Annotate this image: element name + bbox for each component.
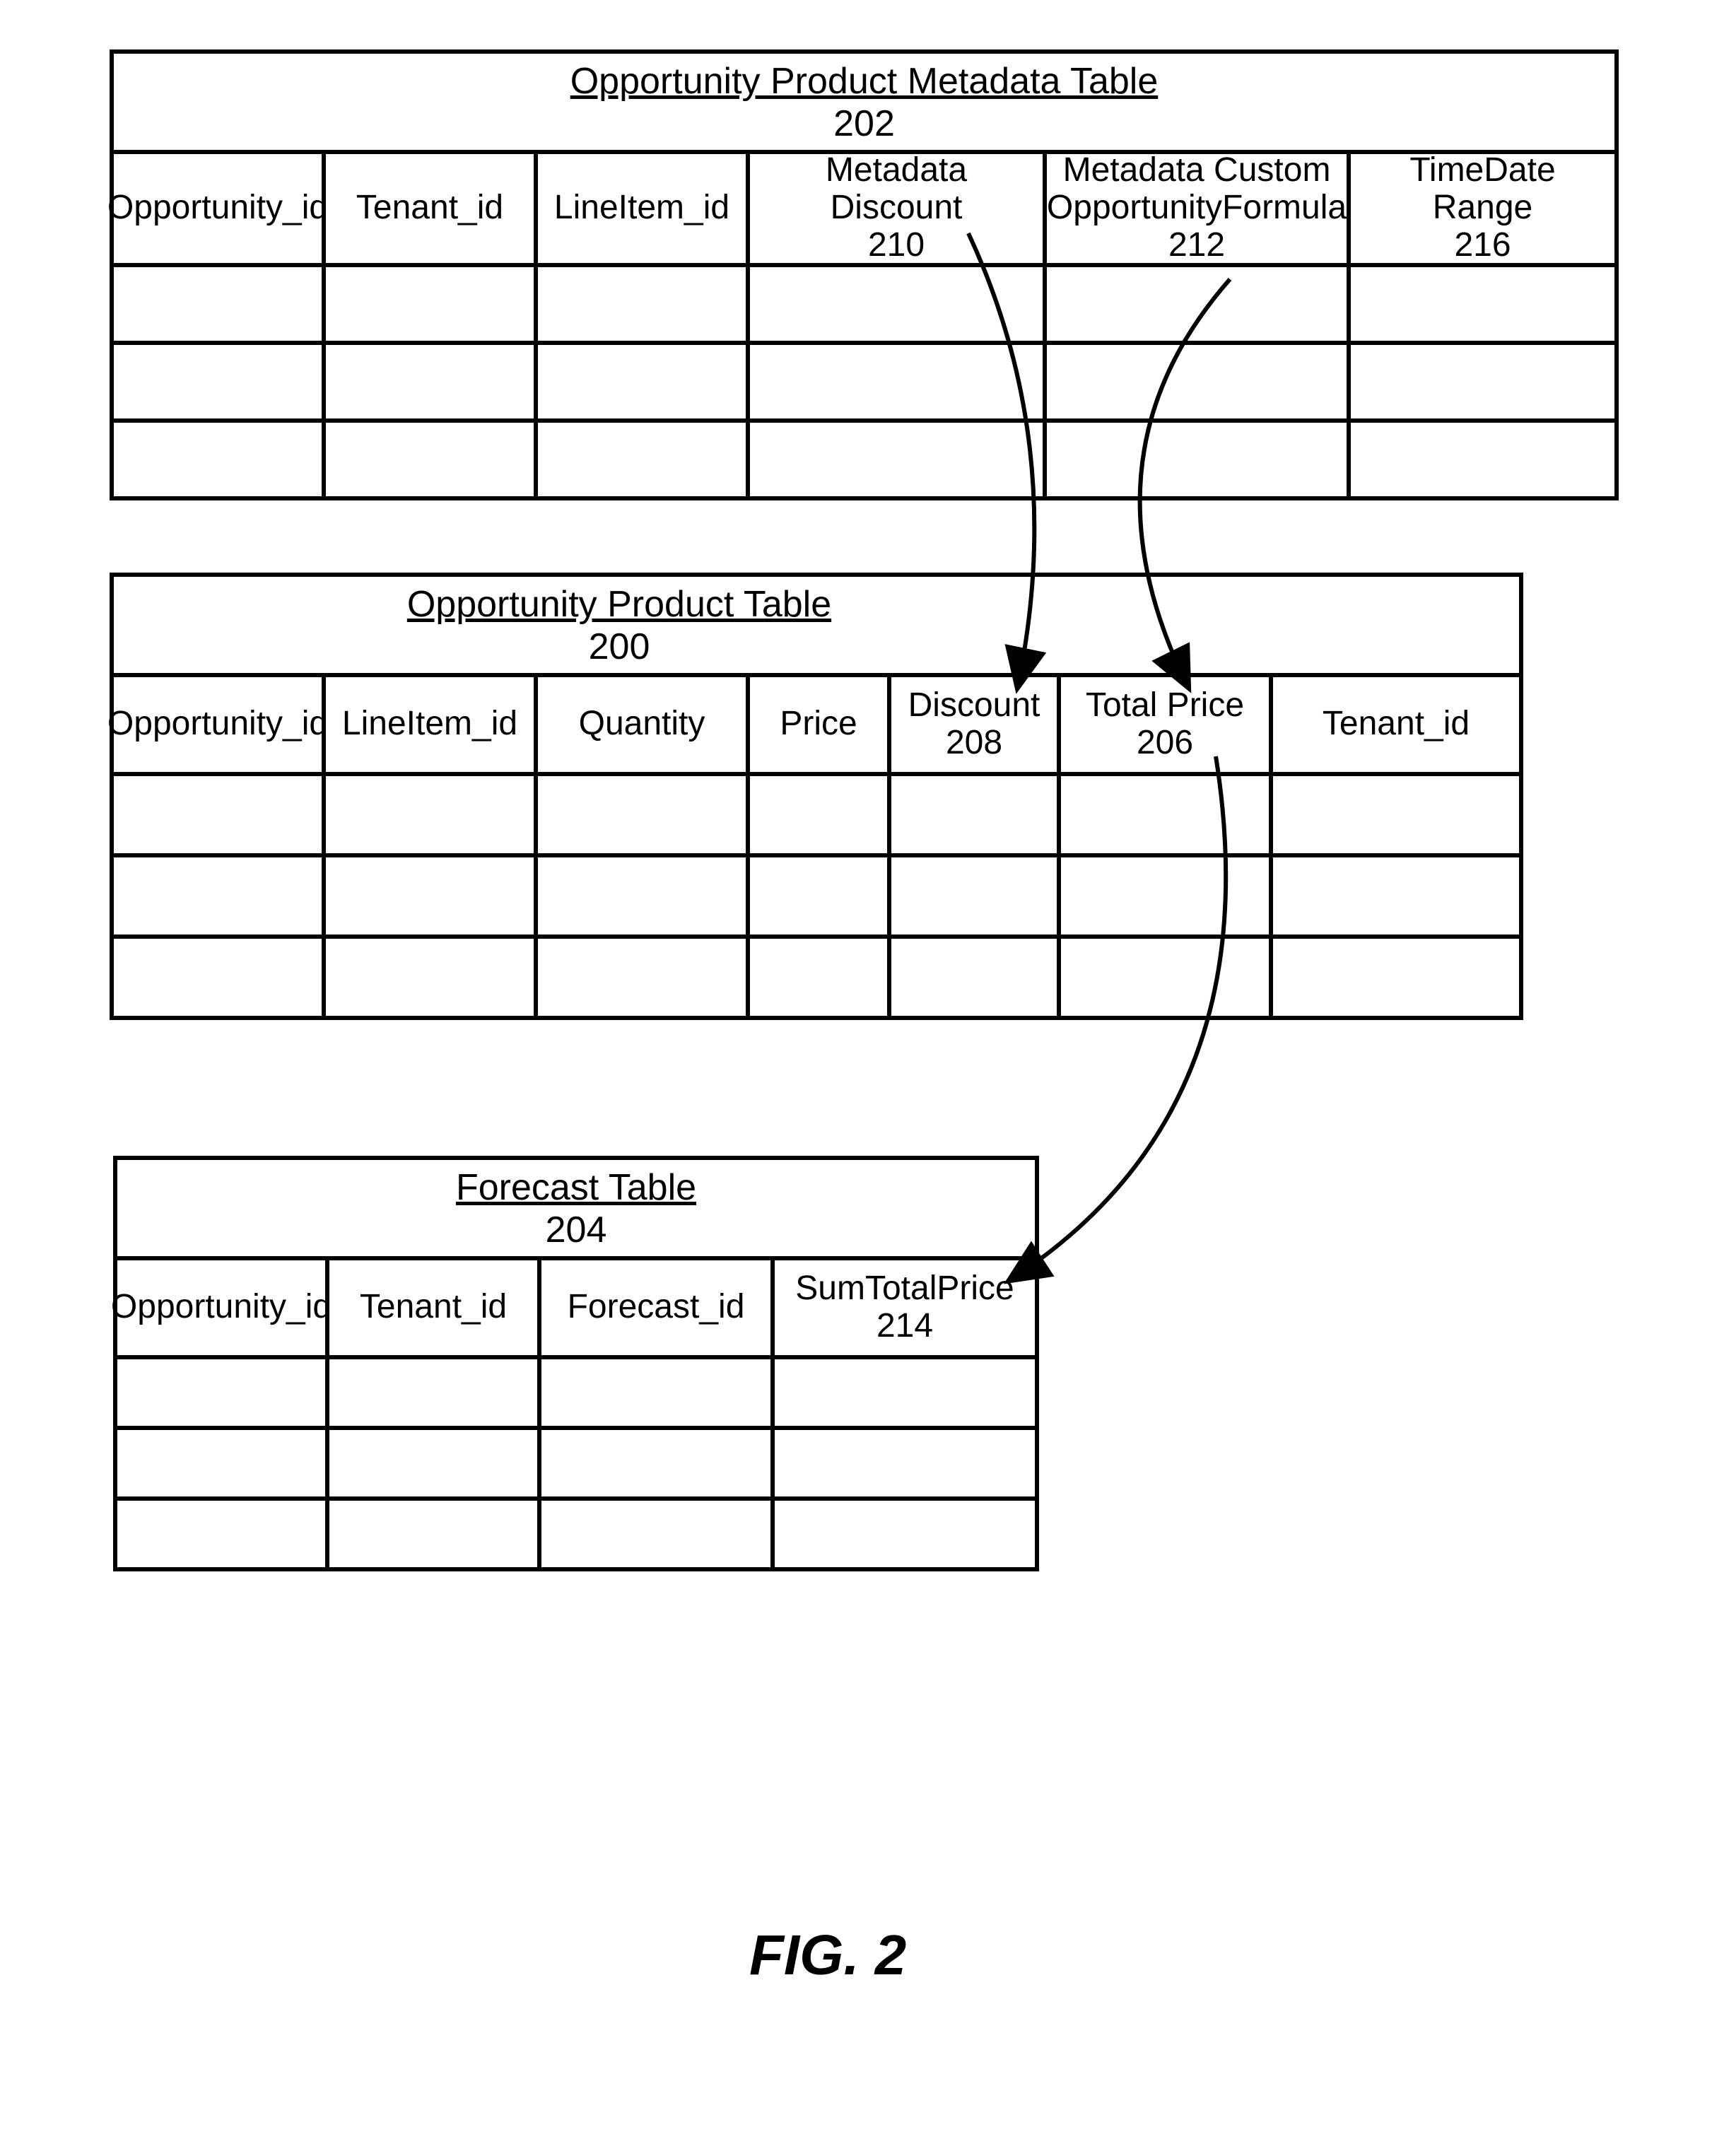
product-table-title: Opportunity Product Table 200: [114, 577, 1125, 673]
col-tenant-id: Tenant_id: [326, 154, 538, 263]
title-text: Opportunity Product Metadata Table: [570, 61, 1159, 102]
product-table: Opportunity Product Table 200 Opportunit…: [110, 573, 1523, 1020]
col-quantity: Quantity: [538, 677, 750, 772]
col-opportunity-id: Opportunity_id: [114, 154, 326, 263]
col-price: Price: [750, 677, 891, 772]
title-ref: 202: [114, 103, 1614, 146]
table-row: [114, 418, 1614, 496]
figure-page: Opportunity Product Metadata Table 202 O…: [0, 0, 1712, 2156]
col-total-price: Total Price 206: [1061, 677, 1273, 772]
metadata-header-row: Opportunity_id Tenant_id LineItem_id Met…: [114, 150, 1614, 263]
col-opportunity-id: Opportunity_id: [117, 1260, 329, 1355]
title-ref: 204: [117, 1209, 1035, 1252]
title-text: Forecast Table: [456, 1167, 696, 1208]
forecast-table-title: Forecast Table 204: [117, 1160, 1035, 1256]
table-row: [117, 1496, 1035, 1567]
metadata-table: Opportunity Product Metadata Table 202 O…: [110, 49, 1619, 500]
col-tenant-id: Tenant_id: [1273, 677, 1519, 772]
col-tenant-id: Tenant_id: [329, 1260, 541, 1355]
metadata-table-title: Opportunity Product Metadata Table 202: [114, 54, 1614, 150]
table-row: [114, 341, 1614, 418]
col-metadata-discount: Metadata Discount 210: [750, 154, 1047, 263]
product-header-row: Opportunity_id LineItem_id Quantity Pric…: [114, 673, 1519, 772]
table-row: [114, 772, 1519, 853]
col-sumtotalprice: SumTotalPrice 214: [775, 1260, 1035, 1355]
table-row: [114, 853, 1519, 935]
table-row: [117, 1355, 1035, 1426]
title-text: Opportunity Product Table: [407, 584, 831, 625]
col-discount: Discount 208: [891, 677, 1061, 772]
table-row: [117, 1426, 1035, 1496]
col-lineitem-id: LineItem_id: [326, 677, 538, 772]
forecast-table: Forecast Table 204 Opportunity_id Tenant…: [113, 1156, 1039, 1571]
table-row: [114, 263, 1614, 341]
col-timedate-range: TimeDate Range 216: [1351, 154, 1614, 263]
forecast-header-row: Opportunity_id Tenant_id Forecast_id Sum…: [117, 1256, 1035, 1355]
figure-label: FIG. 2: [749, 1923, 906, 1988]
col-forecast-id: Forecast_id: [541, 1260, 775, 1355]
table-row: [114, 935, 1519, 1016]
col-lineitem-id: LineItem_id: [538, 154, 750, 263]
title-ref: 200: [114, 626, 1125, 669]
col-opportunity-id: Opportunity_id: [114, 677, 326, 772]
col-metadata-custom-formula: Metadata Custom OpportunityFormula 212: [1047, 154, 1351, 263]
